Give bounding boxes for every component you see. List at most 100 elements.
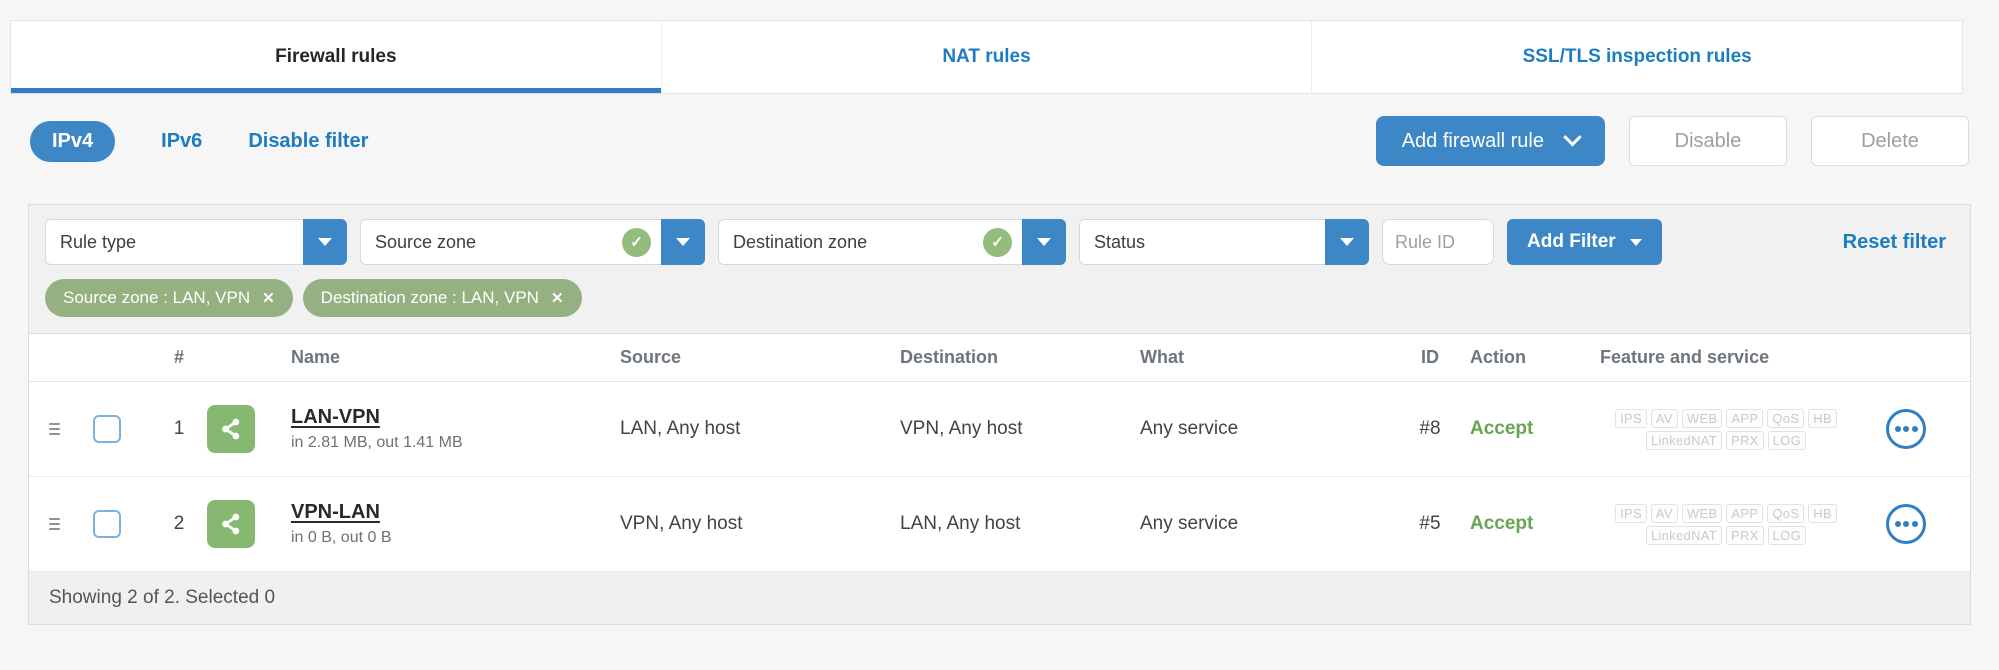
column-header-source: Source (620, 347, 682, 367)
tab-firewall-rules[interactable]: Firewall rules (11, 21, 661, 93)
dropdown-label: Destination zone (733, 231, 868, 252)
dropdown-field: Status (1079, 219, 1325, 265)
toolbar-right: Add firewall rule Disable Delete (1375, 116, 1969, 166)
row-number: 1 (173, 418, 185, 439)
drag-handle[interactable] (49, 518, 60, 530)
rule-name-link[interactable]: LAN-VPN (291, 406, 380, 429)
reset-filter-link[interactable]: Reset filter (1843, 231, 1954, 254)
dropdown-label: Source zone (375, 231, 477, 252)
filter-dropdown-source-zone[interactable]: Source zone ✓ (360, 219, 705, 265)
drag-handle[interactable] (49, 423, 60, 435)
column-header-feature-and-service: Feature and service (1600, 347, 1770, 367)
dropdown-label: Rule type (60, 231, 137, 252)
ipv6-toggle[interactable]: IPv6 (161, 130, 202, 153)
disable-button[interactable]: Disable (1629, 116, 1787, 166)
dropdown-field: Rule type (45, 219, 303, 265)
filter-chip-source-zone: Source zone : LAN, VPN ✕ (45, 279, 293, 317)
column-header-name: Name (291, 347, 341, 367)
add-firewall-rule-label: Add firewall rule (1401, 129, 1544, 152)
caret-down-button[interactable] (303, 219, 347, 265)
caret-down-button[interactable] (1022, 219, 1066, 265)
feature-badge-av: AV (1650, 408, 1678, 428)
add-firewall-rule-button[interactable]: Add firewall rule (1375, 116, 1605, 166)
feature-badge-linkednat: LinkedNAT (1645, 525, 1723, 545)
feature-badge-ips: IPS (1615, 503, 1647, 523)
close-icon[interactable]: ✕ (262, 289, 275, 307)
column-header-action: Action (1470, 347, 1526, 367)
feature-badge-hb: HB (1808, 503, 1837, 523)
filter-dropdown-status[interactable]: Status (1079, 219, 1369, 265)
rule-service: Any service (1140, 513, 1239, 534)
more-menu-button[interactable] (1886, 409, 1926, 449)
feature-badge-prx: PRX (1726, 430, 1764, 450)
feature-badges: IPS AV WEB APP QoS HB LinkedNAT PRX LOG (1600, 408, 1852, 450)
tab-label: NAT rules (942, 46, 1031, 67)
table-row: 1 LAN-VPN in 2.81 MB, out 1.41 MB LAN, Any … (29, 382, 1970, 477)
rule-name-cell: VPN-LAN in 0 B, out 0 B (291, 501, 620, 547)
filter-dropdown-destination-zone[interactable]: Destination zone ✓ (718, 219, 1066, 265)
cell (49, 423, 93, 435)
cell (93, 510, 151, 538)
filter-chip-destination-zone: Destination zone : LAN, VPN ✕ (302, 279, 582, 317)
cell (1872, 504, 1950, 544)
feature-badge-ips: IPS (1615, 408, 1647, 428)
rules-panel: Rule type Source zone ✓ Destination zone ✓ St… (28, 204, 1971, 625)
rule-traffic-stats: in 0 B, out 0 B (291, 529, 392, 546)
table-footer: Showing 2 of 2. Selected 0 (29, 572, 1970, 624)
cell (207, 405, 291, 453)
caret-down-icon (1037, 238, 1051, 246)
share-network-icon (207, 405, 255, 453)
column-header-id: ID (1421, 347, 1439, 367)
rule-name-link[interactable]: VPN-LAN (291, 501, 380, 524)
disable-filter-link[interactable]: Disable filter (248, 130, 368, 153)
feature-badge-linkednat: LinkedNAT (1645, 430, 1723, 450)
feature-badge-log: LOG (1767, 525, 1807, 545)
table-row: 2 VPN-LAN in 0 B, out 0 B VPN, Any host LAN,… (29, 477, 1970, 572)
feature-badge-av: AV (1650, 503, 1678, 523)
ipv4-toggle[interactable]: IPv4 (30, 120, 116, 162)
caret-down-icon (676, 238, 690, 246)
tab-nat-rules[interactable]: NAT rules (660, 21, 1312, 93)
tab-ssl-tls-inspection-rules[interactable]: SSL/TLS inspection rules (1311, 21, 1962, 93)
caret-down-button[interactable] (1325, 219, 1369, 265)
feature-badge-qos: QoS (1767, 503, 1805, 523)
rule-action-status: Accept (1470, 418, 1534, 439)
close-icon[interactable]: ✕ (551, 289, 564, 307)
cell (207, 500, 291, 548)
row-number: 2 (173, 513, 185, 534)
add-filter-button[interactable]: Add Filter (1507, 219, 1662, 265)
feature-badge-web: WEB (1681, 408, 1723, 428)
caret-down-icon (318, 238, 332, 246)
delete-button[interactable]: Delete (1811, 116, 1969, 166)
chip-label: Destination zone : LAN, VPN (320, 288, 539, 307)
share-network-icon (207, 500, 255, 548)
feature-badge-app: APP (1726, 408, 1764, 428)
rule-destination: VPN, Any host (900, 418, 1023, 439)
more-menu-button[interactable] (1886, 504, 1926, 544)
row-checkbox[interactable] (93, 415, 121, 443)
tab-label: SSL/TLS inspection rules (1522, 46, 1752, 67)
chip-label: Source zone : LAN, VPN (63, 288, 251, 307)
row-checkbox[interactable] (93, 510, 121, 538)
caret-down-button[interactable] (661, 219, 705, 265)
rule-id-input[interactable] (1382, 219, 1494, 265)
feature-badge-prx: PRX (1726, 525, 1764, 545)
feature-badge-hb: HB (1808, 408, 1837, 428)
rule-id: #5 (1419, 513, 1441, 534)
column-header-: # (173, 347, 184, 367)
row-count-summary: Showing 2 of 2. Selected 0 (49, 587, 276, 608)
dropdown-field: Source zone ✓ (360, 219, 661, 265)
feature-badge-log: LOG (1767, 430, 1807, 450)
toolbar-left: IPv4 IPv6 Disable filter (30, 120, 368, 162)
rule-source: LAN, Any host (620, 418, 741, 439)
caret-down-icon (1629, 238, 1642, 246)
rule-source: VPN, Any host (620, 513, 743, 534)
check-circle-icon: ✓ (622, 227, 651, 257)
table-body: 1 LAN-VPN in 2.81 MB, out 1.41 MB LAN, Any … (29, 382, 1970, 572)
filter-dropdown-rule-type[interactable]: Rule type (45, 219, 347, 265)
chevron-down-icon (1563, 127, 1582, 146)
rule-action-status: Accept (1470, 513, 1534, 534)
firewall-rules-page: Firewall rules NAT rules SSL/TLS inspectio… (0, 20, 1999, 625)
tab-label: Firewall rules (275, 46, 397, 67)
dropdown-label: Status (1094, 231, 1146, 252)
